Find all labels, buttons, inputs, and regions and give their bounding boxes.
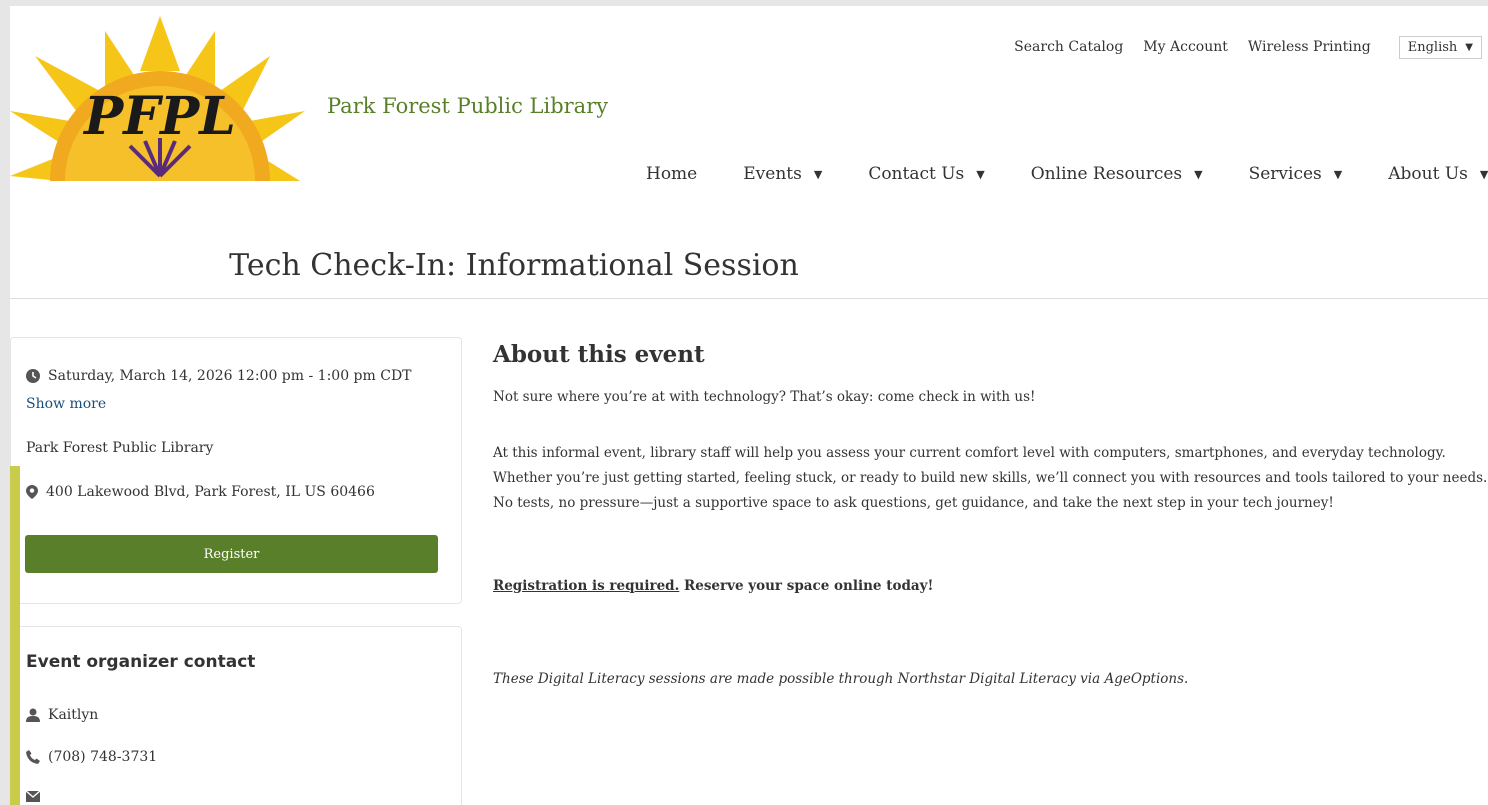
language-value: English <box>1407 39 1458 55</box>
nav-about[interactable]: About Us ▼ <box>1388 164 1488 184</box>
description-intro: Not sure where you’re at with technology… <box>493 389 1036 405</box>
nav-services-label: Services <box>1248 164 1322 184</box>
register-button[interactable]: Register <box>25 535 438 573</box>
side-accent-strip <box>10 466 20 805</box>
organizer-name: Kaitlyn <box>26 707 98 723</box>
phone-icon <box>26 750 40 764</box>
event-location-text: Park Forest Public Library <box>26 440 214 456</box>
page-title: Tech Check-In: Informational Session <box>229 248 799 283</box>
library-logo[interactable]: PFPL <box>10 16 310 186</box>
nav-home-label: Home <box>646 164 698 184</box>
page: PFPL Park Forest Public Library Search C… <box>10 6 1488 805</box>
organizer-phone-text[interactable]: (708) 748-3731 <box>48 749 157 765</box>
organizer-email <box>26 791 48 802</box>
organizer-phone: (708) 748-3731 <box>26 749 157 765</box>
event-description: About this event Not sure where you’re a… <box>493 341 1488 687</box>
logo-text: PFPL <box>82 86 236 147</box>
event-location-name: Park Forest Public Library <box>26 440 213 456</box>
organizer-name-text: Kaitlyn <box>48 707 99 723</box>
nav-about-label: About Us <box>1388 164 1468 184</box>
caret-down-icon: ▼ <box>1465 41 1473 53</box>
registration-note: Registration is required. Reserve your s… <box>493 578 933 594</box>
organizer-title: Event organizer contact <box>26 652 256 672</box>
nav-events-label: Events <box>743 164 802 184</box>
event-details-card: Saturday, March 14, 2026 12:00 pm - 1:00… <box>10 337 462 604</box>
divider <box>10 298 1488 299</box>
nav-online-resources[interactable]: Online Resources ▼ <box>1031 164 1203 184</box>
caret-down-icon: ▼ <box>976 167 985 181</box>
utility-nav: Search Catalog My Account Wireless Print… <box>1014 34 1488 60</box>
map-pin-icon <box>26 485 38 499</box>
site-name[interactable]: Park Forest Public Library <box>327 94 608 118</box>
event-datetime: Saturday, March 14, 2026 12:00 pm - 1:00… <box>26 368 412 384</box>
envelope-icon[interactable] <box>26 791 40 802</box>
nav-services[interactable]: Services ▼ <box>1249 164 1343 184</box>
nav-contact-label: Contact Us <box>868 164 965 184</box>
show-more-row: Show more <box>26 396 106 412</box>
nav-events[interactable]: Events ▼ <box>743 164 822 184</box>
caret-down-icon: ▼ <box>1194 167 1203 181</box>
caret-down-icon: ▼ <box>1479 167 1488 181</box>
about-heading: About this event <box>493 341 705 368</box>
person-icon <box>26 708 40 722</box>
clock-icon <box>26 369 40 383</box>
main-nav: Home Events ▼ Contact Us ▼ Online Resource… <box>646 164 1488 184</box>
description-body: At this informal event, library staff wi… <box>493 445 1488 511</box>
search-catalog-link[interactable]: Search Catalog <box>1014 39 1123 55</box>
show-more-link[interactable]: Show more <box>26 396 106 412</box>
nav-resources-label: Online Resources <box>1030 164 1183 184</box>
caret-down-icon: ▼ <box>813 167 823 181</box>
event-address: 400 Lakewood Blvd, Park Forest, IL US 60… <box>26 484 375 500</box>
wireless-printing-link[interactable]: Wireless Printing <box>1248 39 1371 55</box>
caret-down-icon: ▼ <box>1333 167 1343 181</box>
my-account-link[interactable]: My Account <box>1143 39 1228 55</box>
credit-note: These Digital Literacy sessions are made… <box>493 671 1189 687</box>
registration-rest: Reserve your space online today! <box>679 578 934 594</box>
nav-home[interactable]: Home <box>646 164 697 184</box>
language-select[interactable]: English ▼ <box>1398 35 1482 59</box>
organizer-card: Event organizer contact Kaitlyn (708) 74… <box>10 626 462 805</box>
event-address-text: 400 Lakewood Blvd, Park Forest, IL US 60… <box>46 484 375 500</box>
registration-link[interactable]: Registration is required. <box>493 578 679 594</box>
nav-contact[interactable]: Contact Us ▼ <box>868 164 984 184</box>
event-datetime-text: Saturday, March 14, 2026 12:00 pm - 1:00… <box>48 368 412 384</box>
